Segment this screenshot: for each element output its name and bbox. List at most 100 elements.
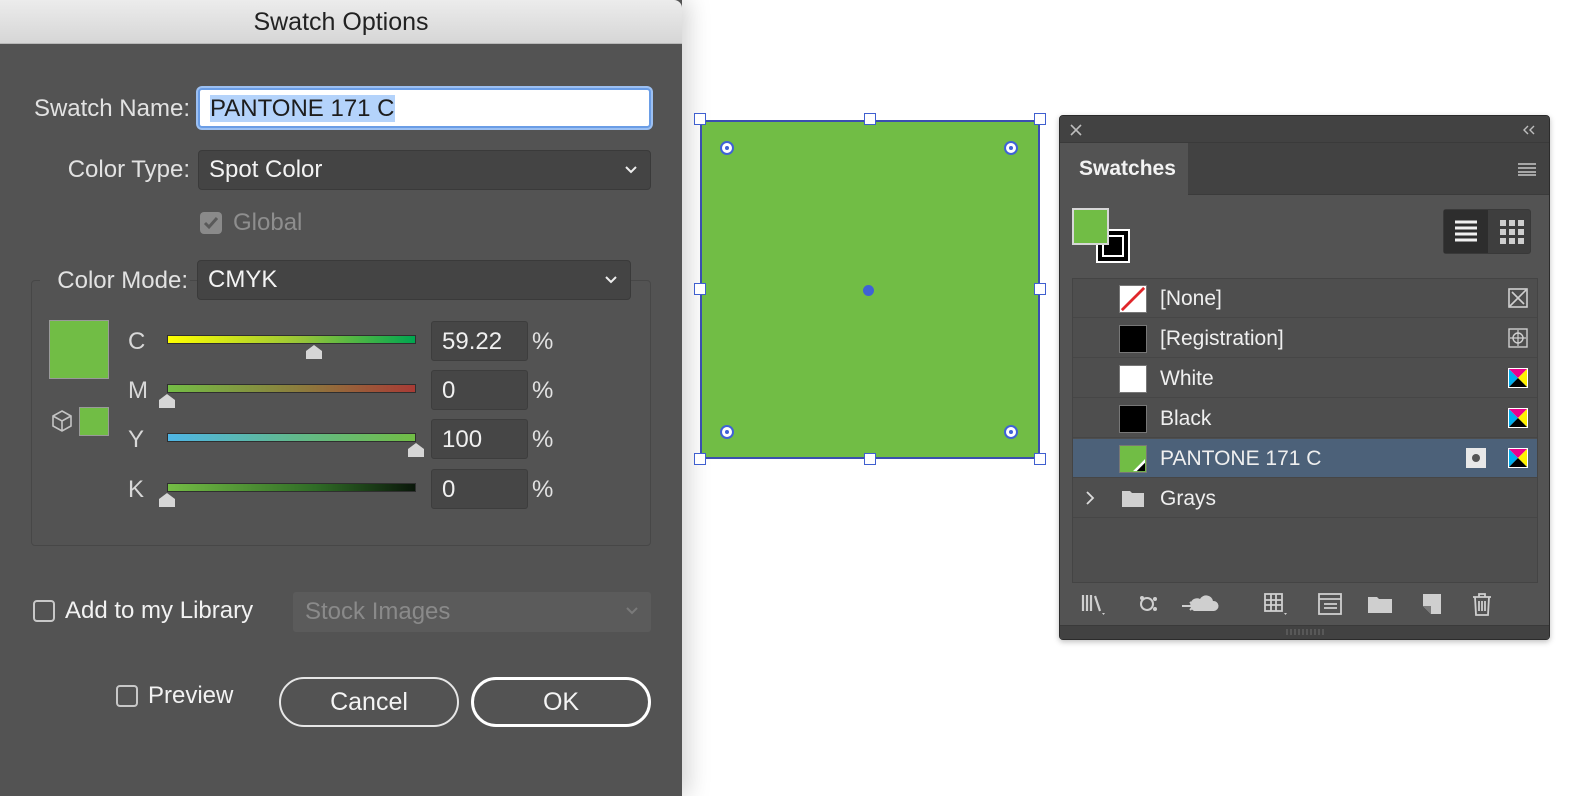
swatch-libraries-menu-icon[interactable] <box>1080 589 1110 619</box>
black-label: K <box>128 476 145 503</box>
swatches-panel: Swatches [None] [Registration] White Bla… <box>1059 115 1550 640</box>
center-point[interactable] <box>863 285 874 296</box>
swatch-label: [Registration] <box>1160 327 1284 350</box>
grid-view-icon[interactable] <box>1499 219 1525 245</box>
swatch-row-black[interactable]: Black <box>1073 399 1537 438</box>
process-color-icon <box>1508 368 1528 388</box>
swatch-group-grays[interactable]: Grays <box>1073 479 1537 518</box>
swatch-label: PANTONE 171 C <box>1160 447 1322 470</box>
magenta-slider-track[interactable] <box>167 384 416 393</box>
close-icon[interactable] <box>1070 124 1082 136</box>
black-unit: % <box>532 476 554 503</box>
global-checkbox[interactable] <box>200 212 222 234</box>
magenta-value-field[interactable]: 0 <box>431 370 528 410</box>
chevron-right-icon[interactable] <box>1085 491 1095 505</box>
gamut-correction-swatch[interactable] <box>79 407 109 436</box>
show-swatch-kinds-icon[interactable] <box>1134 589 1164 619</box>
resize-handle-bottom-right[interactable] <box>1034 453 1046 465</box>
yellow-slider-track[interactable] <box>167 433 416 442</box>
swatch-row-registration[interactable]: [Registration] <box>1073 319 1537 358</box>
new-color-group-icon[interactable] <box>1262 589 1292 619</box>
black-slider-track[interactable] <box>167 483 416 492</box>
list-view-icon <box>1455 220 1477 242</box>
panel-resize-bar[interactable] <box>1060 625 1549 639</box>
yellow-unit: % <box>532 426 554 453</box>
swatch-name-input[interactable]: PANTONE 171 C <box>198 88 651 128</box>
delete-swatch-icon[interactable] <box>1467 589 1497 619</box>
swatch-label: Black <box>1160 407 1212 430</box>
swatch-row-none[interactable]: [None] <box>1073 279 1537 318</box>
out-of-gamut-cube-icon[interactable] <box>50 409 74 433</box>
yellow-slider-thumb[interactable] <box>407 442 425 458</box>
resize-handle-top-left[interactable] <box>694 113 706 125</box>
double-chevron-left-icon[interactable] <box>1521 124 1537 136</box>
corner-radius-widget[interactable] <box>1004 141 1018 155</box>
pantone-swatch-chip <box>1119 445 1147 473</box>
swatch-name-label: Swatch Name: <box>33 95 190 122</box>
resize-handle-bottom-left[interactable] <box>694 453 706 465</box>
magenta-slider-thumb[interactable] <box>158 393 176 409</box>
cyan-value-field[interactable]: 59.22 <box>431 321 528 361</box>
color-mode-dropdown[interactable]: CMYK <box>197 260 631 300</box>
fill-indicator[interactable] <box>1072 208 1109 245</box>
global-label: Global <box>233 209 303 236</box>
registration-type-icon <box>1508 328 1528 348</box>
magenta-unit: % <box>532 377 554 404</box>
add-to-library-cloud-icon[interactable] <box>1180 589 1220 619</box>
color-type-dropdown[interactable]: Spot Color <box>198 150 651 190</box>
spot-color-icon <box>1466 448 1486 468</box>
resize-handle-bottom[interactable] <box>864 453 876 465</box>
folder-icon <box>1122 491 1144 507</box>
list-view-button[interactable] <box>1444 210 1488 253</box>
color-preview-swatch <box>49 320 109 379</box>
cyan-slider-thumb[interactable] <box>305 344 323 360</box>
none-swatch-chip <box>1119 285 1147 313</box>
panel-tab-bar: Swatches <box>1060 143 1549 196</box>
view-toggle-group <box>1443 209 1531 254</box>
preview-checkbox[interactable] <box>116 685 138 707</box>
corner-radius-widget[interactable] <box>1004 425 1018 439</box>
color-mode-label: Color Mode: <box>40 267 190 295</box>
cyan-label: C <box>128 328 146 355</box>
swatch-options-dialog: Swatch Options Swatch Name: PANTONE 171 … <box>0 0 682 796</box>
swatch-row-pantone-171c[interactable]: PANTONE 171 C <box>1073 439 1537 478</box>
resize-handle-top[interactable] <box>864 113 876 125</box>
new-swatch-icon[interactable] <box>1417 589 1447 619</box>
chevron-down-icon <box>625 166 637 174</box>
color-type-label: Color Type: <box>67 156 190 183</box>
black-slider-thumb[interactable] <box>158 492 176 508</box>
checkmark-icon <box>203 217 219 230</box>
swatch-options-icon[interactable] <box>1315 589 1345 619</box>
yellow-value-field[interactable]: 100 <box>431 419 528 459</box>
corner-radius-widget[interactable] <box>720 425 734 439</box>
library-dropdown: Stock Images <box>293 592 651 632</box>
ok-button[interactable]: OK <box>471 677 651 727</box>
magenta-label: M <box>128 377 148 404</box>
swatch-row-white[interactable]: White <box>1073 359 1537 398</box>
registration-swatch-chip <box>1119 325 1147 353</box>
cancel-button[interactable]: Cancel <box>279 677 459 727</box>
process-color-icon <box>1508 448 1528 468</box>
color-mode-group <box>31 280 651 546</box>
add-to-library-label: Add to my Library <box>65 597 254 624</box>
chevron-down-icon <box>626 607 638 615</box>
tab-swatches[interactable]: Swatches <box>1060 143 1188 196</box>
black-value-field[interactable]: 0 <box>431 469 528 509</box>
corner-radius-widget[interactable] <box>720 141 734 155</box>
yellow-label: Y <box>128 426 145 453</box>
new-folder-icon[interactable] <box>1365 589 1395 619</box>
swatch-list: [None] [Registration] White Black PANTON… <box>1072 278 1538 583</box>
resize-handle-top-right[interactable] <box>1034 113 1046 125</box>
hamburger-menu-icon[interactable] <box>1517 162 1537 176</box>
cyan-unit: % <box>532 328 554 355</box>
resize-grip-icon <box>1286 629 1324 635</box>
resize-handle-left[interactable] <box>694 283 706 295</box>
preview-label: Preview <box>148 682 234 709</box>
swatch-label: White <box>1160 367 1214 390</box>
chevron-down-icon <box>605 276 617 284</box>
panel-header <box>1060 116 1549 143</box>
cyan-slider-track[interactable] <box>167 335 416 344</box>
add-to-library-checkbox[interactable] <box>33 600 55 622</box>
resize-handle-right[interactable] <box>1034 283 1046 295</box>
white-swatch-chip <box>1119 365 1147 393</box>
